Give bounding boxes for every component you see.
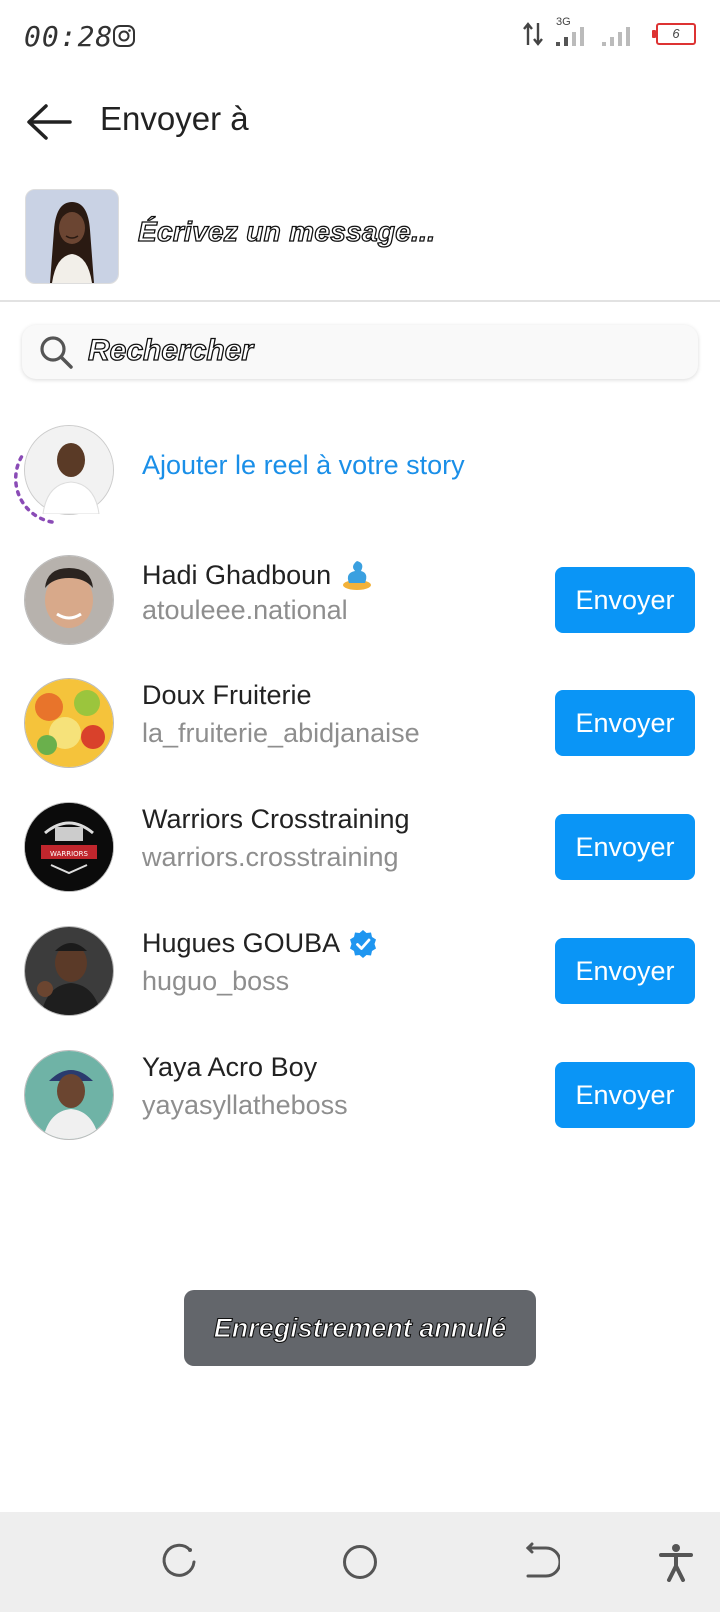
avatar xyxy=(24,926,114,1016)
contact-name-text: Warriors Crosstraining xyxy=(142,804,410,834)
avatar-logo-text: WARRIORS xyxy=(50,850,88,858)
contact-username: la_fruiterie_abidjanaise xyxy=(142,718,420,748)
contact-username: warriors.crosstraining xyxy=(142,842,399,872)
back-icon[interactable] xyxy=(520,1542,560,1582)
send-button[interactable]: Envoyer xyxy=(555,567,695,633)
contact-row: Hadi Ghadboun atouleee.national Envoyer xyxy=(0,555,720,665)
signal-icon: 3G xyxy=(554,16,646,48)
contact-name-text: Yaya Acro Boy xyxy=(142,1052,318,1082)
status-time: 00:28 xyxy=(24,20,114,53)
contact-name: Hadi Ghadboun xyxy=(142,557,375,593)
send-button[interactable]: Envoyer xyxy=(555,814,695,880)
contact-name: Warriors Crosstraining xyxy=(142,804,410,835)
contact-row: Hugues GOUBA huguo_boss Envoyer xyxy=(0,926,720,1036)
add-to-story-link[interactable]: Ajouter le reel à votre story xyxy=(142,450,465,481)
verified-icon xyxy=(350,929,377,958)
search-icon xyxy=(40,336,73,369)
send-button[interactable]: Envoyer xyxy=(555,690,695,756)
page-title: Envoyer à xyxy=(100,100,249,137)
data-transfer-icon xyxy=(523,22,543,46)
send-button[interactable]: Envoyer xyxy=(555,938,695,1004)
toast-notification: Enregistrement annulé xyxy=(184,1290,536,1366)
accessibility-icon[interactable] xyxy=(656,1542,696,1582)
reel-thumbnail xyxy=(25,189,119,284)
avatar xyxy=(24,1050,114,1140)
instagram-icon xyxy=(113,25,135,47)
divider xyxy=(0,300,720,302)
contact-username: yayasyllatheboss xyxy=(142,1090,348,1120)
contact-name: Doux Fruiterie xyxy=(142,680,312,711)
contact-row: Yaya Acro Boy yayasyllatheboss Envoyer xyxy=(0,1050,720,1160)
contact-name-text: Hugues GOUBA xyxy=(142,928,341,958)
contact-name: Hugues GOUBA xyxy=(142,928,378,959)
search-placeholder: Rechercher xyxy=(87,333,254,367)
story-avatar[interactable] xyxy=(24,425,114,515)
toast-text: Enregistrement annulé xyxy=(213,1312,507,1343)
battery-level: 6 xyxy=(672,26,680,41)
home-icon[interactable] xyxy=(340,1542,380,1582)
avatar: WARRIORS xyxy=(24,802,114,892)
contact-name-text: Doux Fruiterie xyxy=(142,680,312,710)
avatar xyxy=(24,555,114,645)
system-nav-bar xyxy=(0,1512,720,1612)
send-button[interactable]: Envoyer xyxy=(555,1062,695,1128)
status-indicators: 3G 6 xyxy=(522,16,696,48)
recent-apps-icon[interactable] xyxy=(160,1542,200,1582)
back-arrow-icon[interactable] xyxy=(24,100,74,144)
contact-row: Doux Fruiterie la_fruiterie_abidjanaise … xyxy=(0,678,720,788)
contact-username: huguo_boss xyxy=(142,966,290,996)
contact-row: WARRIORS Warriors Crosstraining warriors… xyxy=(0,802,720,912)
avatar xyxy=(24,678,114,768)
battery-icon: 6 xyxy=(652,23,696,45)
genie-icon xyxy=(343,561,372,590)
contact-name: Yaya Acro Boy xyxy=(142,1052,317,1083)
message-input[interactable]: Écrivez un message... xyxy=(137,215,435,248)
contact-name-text: Hadi Ghadboun xyxy=(142,559,332,590)
contact-username: atouleee.national xyxy=(142,595,348,625)
